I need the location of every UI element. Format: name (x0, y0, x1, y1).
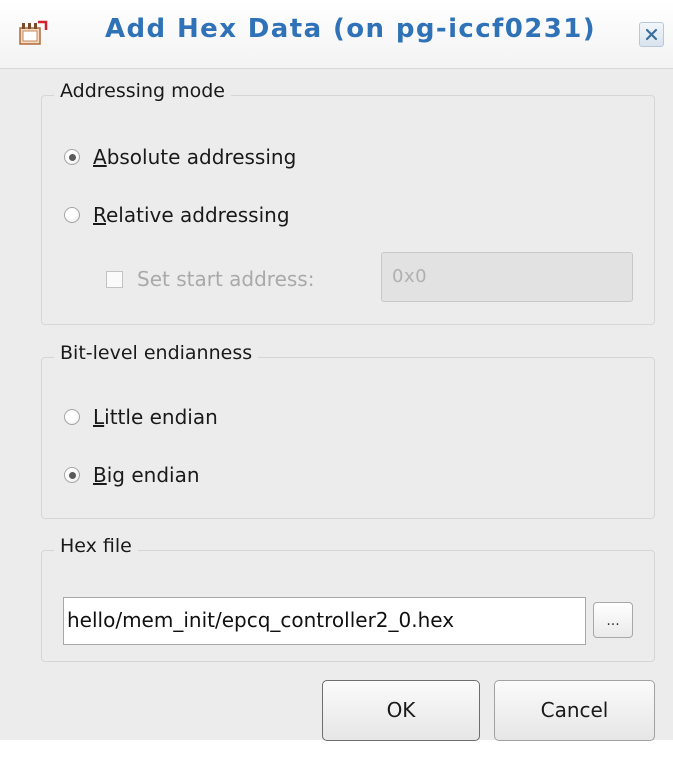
big-endian-radio[interactable] (64, 467, 80, 483)
little-endian-option[interactable]: Little endian (64, 405, 218, 429)
absolute-addressing-option[interactable]: Absolute addressing (64, 145, 296, 169)
close-icon (645, 28, 658, 41)
absolute-addressing-radio[interactable] (64, 149, 80, 165)
big-endian-label: Big endian (93, 463, 200, 487)
cancel-button[interactable]: Cancel (494, 680, 655, 741)
bit-level-endianness-legend: Bit-level endianness (54, 342, 259, 364)
close-button[interactable] (639, 22, 664, 47)
little-endian-label: Little endian (93, 405, 218, 429)
start-address-field: 0x0 (381, 252, 633, 302)
big-endian-option[interactable]: Big endian (64, 463, 200, 487)
title-bar[interactable]: Add Hex Data (on pg-iccf0231) (0, 0, 673, 69)
absolute-addressing-label: Absolute addressing (93, 145, 297, 169)
ok-button[interactable]: OK (322, 680, 480, 741)
browse-button[interactable]: ... (593, 602, 633, 638)
hex-file-legend: Hex file (54, 535, 138, 557)
app-icon (18, 20, 48, 46)
relative-addressing-option[interactable]: Relative addressing (64, 203, 290, 227)
set-start-address-label: Set start address: (137, 267, 315, 291)
little-endian-radio[interactable] (64, 409, 80, 425)
addressing-mode-legend: Addressing mode (54, 80, 231, 102)
set-start-address-option: Set start address: (106, 267, 314, 291)
add-hex-data-dialog: Add Hex Data (on pg-iccf0231) Addressing… (0, 0, 673, 741)
hex-file-path-input[interactable]: hello/mem_init/epcq_controller2_0.hex (63, 597, 586, 645)
relative-addressing-radio[interactable] (64, 207, 80, 223)
relative-addressing-label: Relative addressing (93, 203, 290, 227)
set-start-address-checkbox (106, 270, 123, 288)
window-title: Add Hex Data (on pg-iccf0231) (105, 14, 596, 44)
bit-level-endianness-group: Bit-level endianness (41, 342, 655, 519)
